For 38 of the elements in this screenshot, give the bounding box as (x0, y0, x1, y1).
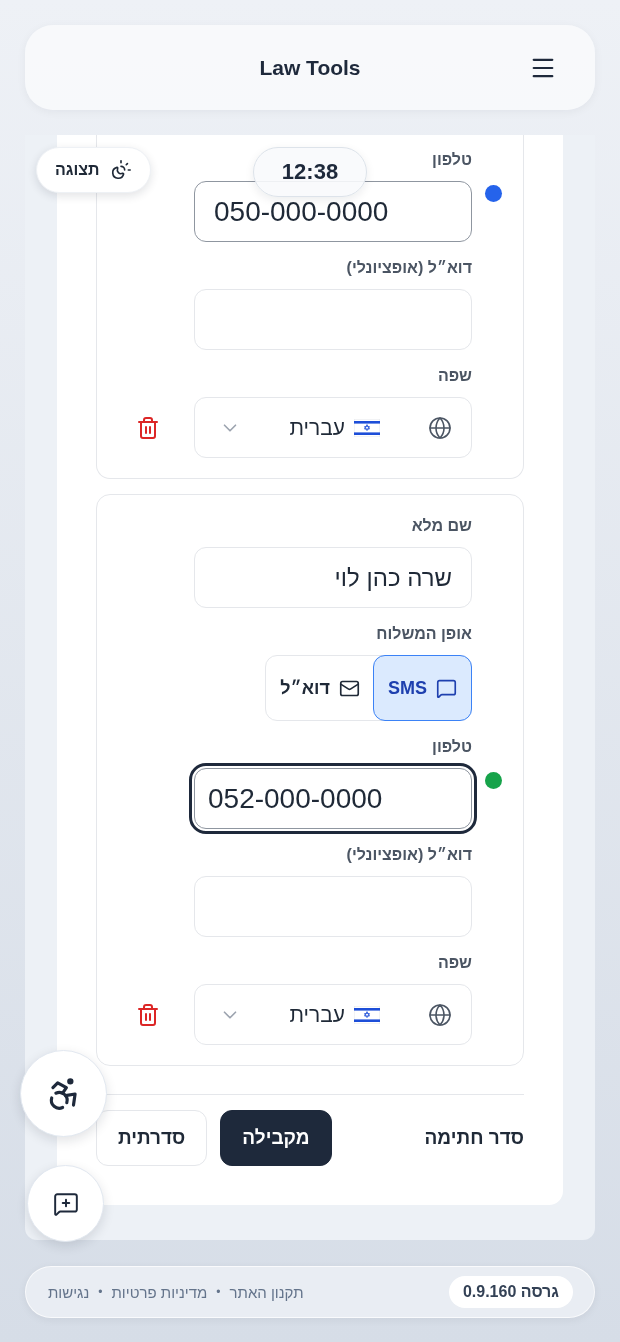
globe-icon (428, 415, 452, 440)
footer-link[interactable]: תקנון האתר (229, 1283, 304, 1301)
field-label: טלפון (432, 150, 472, 170)
field-label: דוא״ל (אופציונלי) (346, 845, 472, 865)
phone-field[interactable]: 050-000-0000 (194, 181, 472, 242)
order-option[interactable]: מקבילה (220, 1110, 332, 1166)
input-field[interactable] (194, 876, 472, 937)
field-label: אופן המשלוח (376, 624, 472, 644)
order-option[interactable]: סדרתית (96, 1110, 208, 1166)
app-title: Law Tools (259, 55, 361, 80)
language-select[interactable]: עברית (194, 984, 472, 1045)
sun-moon-icon (109, 159, 132, 181)
footer-link[interactable]: מדיניות פרטיות (111, 1283, 208, 1301)
field-label: שפה (437, 366, 472, 386)
footer-link[interactable]: נגישות (48, 1283, 90, 1301)
display-button[interactable]: תצוגה (36, 147, 151, 193)
phone-field[interactable]: 052-000-0000 (189, 763, 477, 834)
input-field[interactable] (194, 289, 472, 350)
delivery-option[interactable]: דוא״ל (265, 655, 375, 721)
separator-dot: • (98, 1285, 103, 1299)
chat-bubble-icon (436, 677, 457, 699)
trash-icon (135, 415, 160, 440)
clock: 12:38 (253, 147, 367, 197)
flag-icon (354, 1005, 380, 1024)
flag-icon (354, 418, 380, 437)
globe-icon (428, 1002, 452, 1027)
input-field[interactable]: שרה כהן לוי (194, 547, 472, 608)
trash-icon (135, 1002, 160, 1027)
signing-order-label: סדר חתימה (424, 1127, 524, 1149)
separator-dot: • (216, 1285, 221, 1299)
delivery-option[interactable]: SMS (373, 655, 472, 721)
version-badge: גרסה 0.9.160 (448, 1276, 573, 1308)
field-label: דוא״ל (אופציונלי) (346, 258, 472, 278)
field-label: טלפון (432, 737, 472, 757)
field-label: שם מלא (411, 516, 472, 536)
field-label: שפה (437, 953, 472, 973)
language-select[interactable]: עברית (194, 397, 472, 458)
message-plus-icon (52, 1190, 79, 1217)
